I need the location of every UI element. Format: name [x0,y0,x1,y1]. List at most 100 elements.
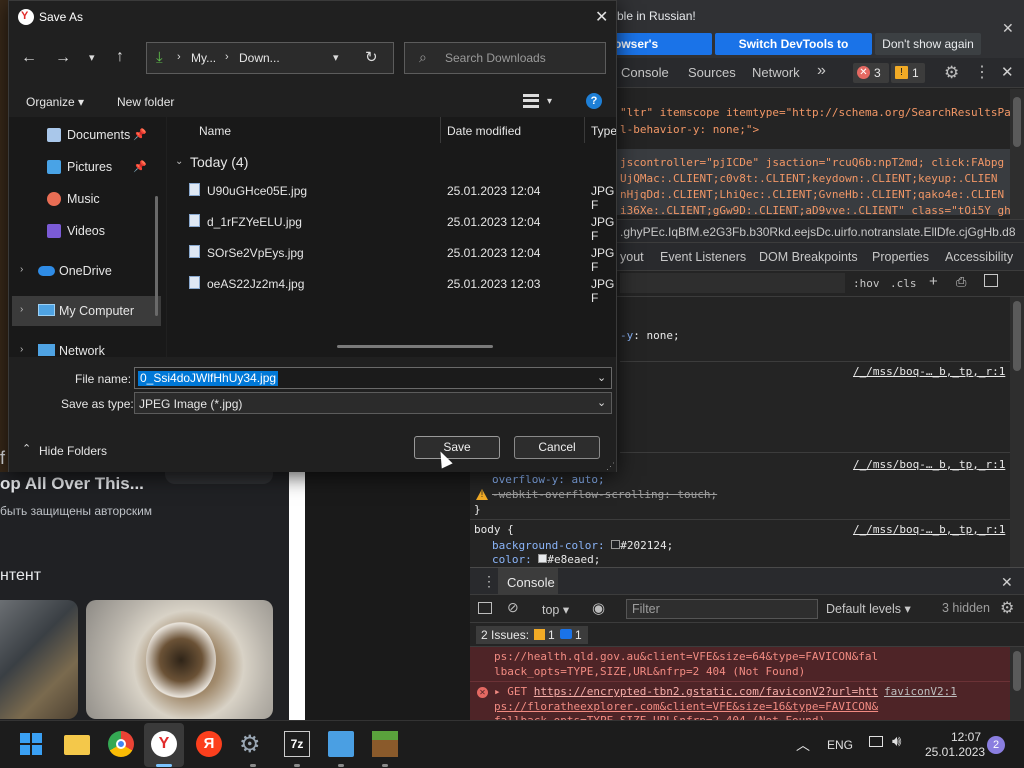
dialog-close-icon[interactable]: ✕ [595,7,608,27]
tab-sources[interactable]: Sources [688,65,736,80]
tab-accessibility[interactable]: Accessibility [945,250,1013,264]
body-selector[interactable]: body { [474,523,514,536]
console-get-line[interactable]: ▸ GET https://encrypted-tbn2.gstatic.com… [494,685,878,698]
elements-line[interactable]: l-behavior-y: none;"> [620,123,759,136]
column-divider[interactable] [584,117,585,143]
file-explorer-icon[interactable] [64,735,90,755]
scrollbar-thumb[interactable] [1013,651,1021,691]
close-devtools-icon[interactable]: ✕ [1001,63,1014,81]
column-header-date[interactable]: Date modified [447,124,521,138]
context-selector[interactable]: top ▾ [542,602,569,617]
clock-time[interactable]: 12:07 [951,730,981,744]
new-style-rule-icon[interactable]: + [929,273,938,290]
elements-line[interactable]: "ltr" itemscope itemtype="http://schema.… [620,106,1011,119]
default-levels-dropdown[interactable]: Default levels ▾ [826,601,911,616]
sidebar-toggle-icon[interactable] [984,274,998,287]
expand-chevron-icon[interactable]: › [20,344,23,355]
console-message-line[interactable]: ps://health.qld.gov.au&client=VFE&size=6… [494,650,878,663]
console-sidebar-icon[interactable] [478,602,492,614]
nav-pane-scrollbar[interactable] [155,196,158,316]
save-type-select[interactable]: JPEG Image (*.jpg) ⌄ [134,392,612,414]
tray-overflow-chevron-icon[interactable]: ︿ [796,735,810,755]
tab-properties[interactable]: Properties [872,250,929,264]
elements-line[interactable]: jscontroller="pjICDe" jsaction="rcuQ6b:n… [620,156,1004,169]
nav-item-my-computer[interactable]: My Computer [59,304,134,318]
group-collapse-chevron-icon[interactable]: ⌄ [175,156,183,167]
notification-badge[interactable]: 2 [987,736,1005,754]
hide-folders-chevron-icon[interactable]: ⌃ [22,442,31,455]
warning-counter[interactable]: ! 1 [891,63,925,83]
nav-item-network[interactable]: Network [59,344,105,357]
style-prop-color[interactable]: color: #e8eaed; [492,553,600,566]
color-swatch[interactable] [611,540,621,549]
help-icon[interactable]: ? [586,93,602,109]
horizontal-scrollbar-thumb[interactable] [337,345,493,348]
nav-item-videos[interactable]: Videos [67,224,105,238]
tab-dom-breakpoints[interactable]: DOM Breakpoints [759,250,858,264]
back-arrow-icon[interactable]: ← [21,49,37,67]
elements-line[interactable]: i36Xe:.CLIENT;gGw9D:.CLIENT;aD9vve:.CLIE… [620,204,1011,217]
yandex-icon[interactable]: Я [196,731,222,757]
file-name-dropdown-chevron-icon[interactable]: ⌄ [597,371,606,384]
cls-toggle[interactable]: .cls [890,277,917,290]
styles-scrollbar[interactable] [1010,297,1024,567]
file-name-input[interactable]: 0_Ssi4doJWlfHhUy34.jpg ⌄ [134,367,612,389]
eye-icon[interactable]: ◉ [592,599,605,617]
file-name[interactable]: U90uGHce05E.jpg [207,184,307,198]
save-type-chevron-icon[interactable]: ⌄ [597,396,606,409]
style-prop-overflow-y[interactable]: overflow-y: auto; [492,473,605,486]
elements-line[interactable]: nHjqDd:.CLIENT;LhiQec:.CLIENT;GvneHb:.CL… [620,188,1004,201]
start-windows-icon[interactable] [20,733,42,755]
style-prop-background-color[interactable]: background-color: #202124; [492,539,673,552]
remote-desktop-icon[interactable] [328,731,354,757]
file-name[interactable]: oeAS22Jz2m4.jpg [207,277,304,291]
address-bar[interactable]: ⤓ › My... › Down... ▾ ↻ [146,42,394,74]
clear-console-icon[interactable]: ⊘ [507,599,519,616]
nav-item-documents[interactable]: Documents [67,128,130,142]
new-folder-button[interactable]: New folder [117,95,174,109]
7zip-icon[interactable]: 7z [284,731,310,757]
console-message-line[interactable]: ps://floratheexplorer.com&client=VFE&siz… [494,700,878,713]
scrollbar-thumb[interactable] [1013,97,1021,147]
column-header-type[interactable]: Type [591,124,616,138]
thumbnail-image[interactable] [0,600,78,719]
console-settings-gear-icon[interactable]: ⚙ [1000,598,1014,618]
elements-line[interactable]: UjQMac:.CLIENT;c0v8t:.CLIENT;keydown:.CL… [620,172,998,185]
yandex-browser-icon[interactable]: Y [151,731,177,757]
chrome-icon[interactable] [108,731,134,757]
refresh-icon[interactable]: ↻ [365,48,378,66]
volume-icon[interactable]: 🔊︎ [892,733,901,750]
network-monitor-icon[interactable] [869,736,883,747]
view-chevron-icon[interactable]: ▾ [547,96,552,107]
breadcrumb-segment[interactable]: My... [191,51,216,65]
style-source-link[interactable]: /_/mss/boq-…_b,_tp,_r:1 [853,523,1005,536]
console-scrollbar[interactable] [1010,647,1024,720]
styles-filter-input[interactable] [620,273,845,293]
switch-devtools-russian-button[interactable]: Switch DevTools to Russian [715,33,872,73]
tab-console[interactable]: Console [621,65,669,80]
console-filter-input[interactable]: Filter [626,599,818,619]
drawer-menu-icon[interactable]: ⋮ [482,573,496,590]
console-message-line[interactable]: lback_opts=TYPE,SIZE,URL&nfrp=2 404 (Not… [494,665,805,678]
nav-item-music[interactable]: Music [67,192,100,206]
style-rule-line[interactable]: -y: none; [620,329,680,342]
drawer-tab-console[interactable]: Console [498,568,558,595]
file-name[interactable]: SOrSe2VpEys.jpg [207,246,304,260]
file-name[interactable]: d_1rFZYeELU.jpg [207,215,302,229]
breadcrumb-path[interactable]: .ghyPEc.IqBfM.e2G3Fb.b30Rkd.eejsDc.uirfo… [620,225,1016,239]
minecraft-icon[interactable] [372,731,398,757]
tab-network[interactable]: Network [752,65,800,80]
expand-chevron-icon[interactable]: › [20,304,23,315]
infobar-close-icon[interactable]: ✕ [1002,20,1014,37]
scrollbar-thumb[interactable] [1013,301,1021,371]
organize-menu[interactable]: Organize ▾ [26,95,84,109]
style-source-link[interactable]: /_/mss/boq-…_b,_tp,_r:1 [853,458,1005,471]
nav-item-onedrive[interactable]: OneDrive [59,264,112,278]
issues-button[interactable]: 2 Issues: 1 1 [476,626,588,644]
clock-date[interactable]: 25.01.2023 [925,745,985,759]
breadcrumb-segment[interactable]: Down... [239,51,280,65]
save-button[interactable]: Save [414,436,500,459]
browser-language-button[interactable]: owser's language [611,33,712,73]
elements-scrollbar[interactable] [1010,89,1024,219]
dialog-titlebar[interactable]: Y Save As ✕ [9,1,616,33]
